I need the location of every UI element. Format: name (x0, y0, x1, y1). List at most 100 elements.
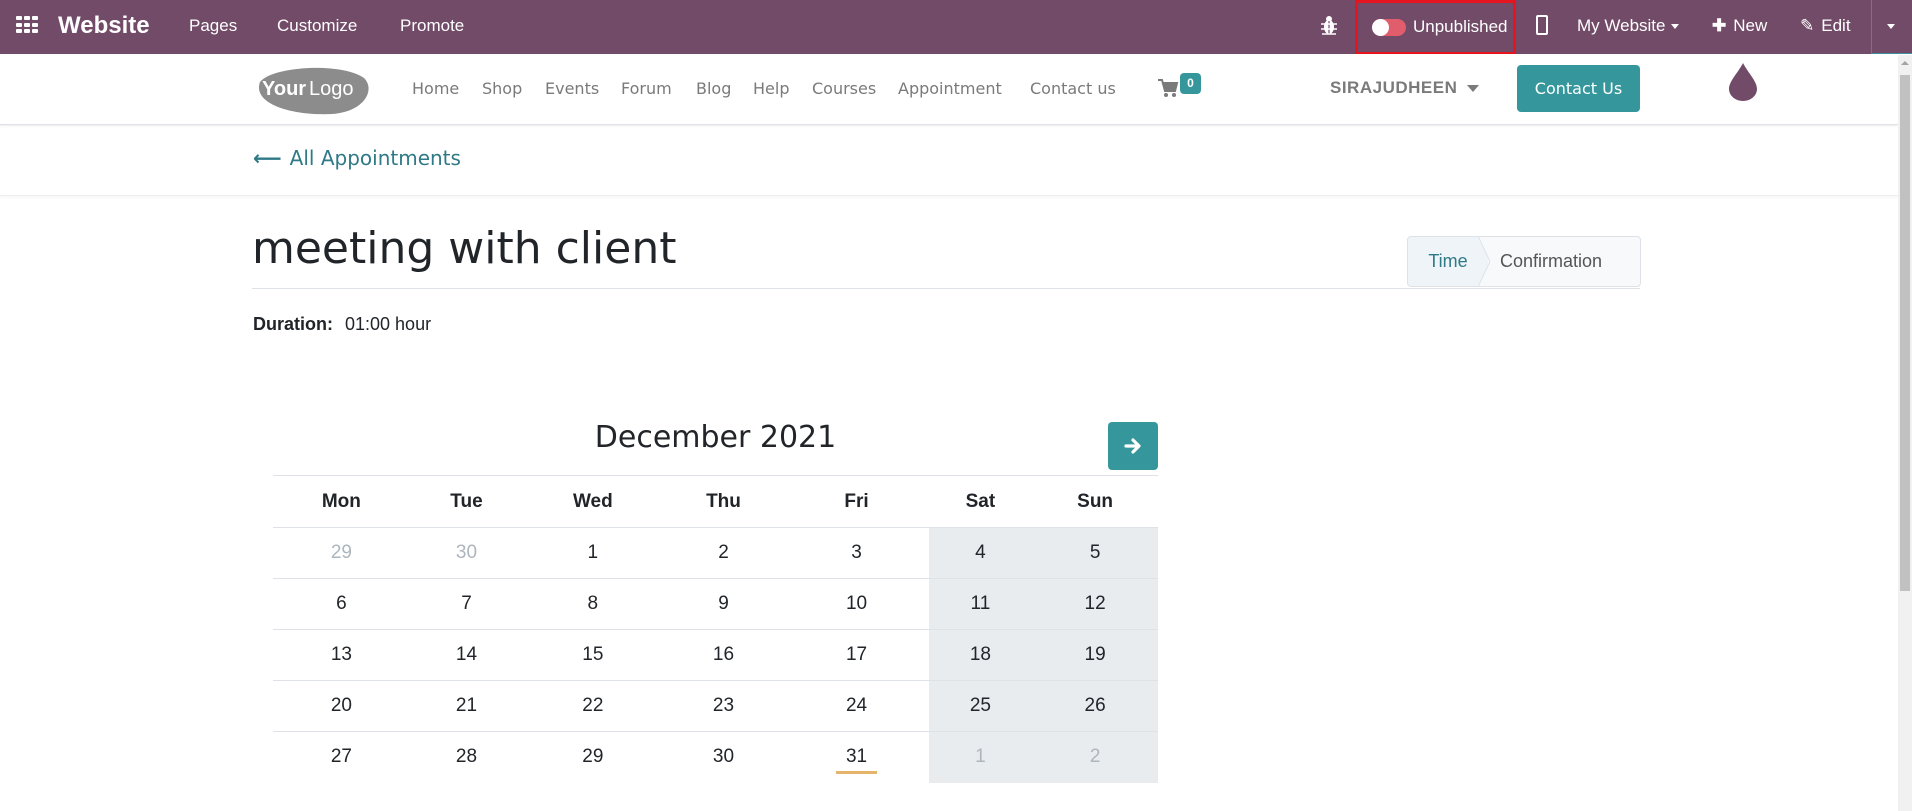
calendar-day[interactable]: 21 (409, 680, 524, 732)
calendar-day[interactable]: 29 (523, 732, 662, 783)
new-button[interactable]: ✚ New (1712, 16, 1767, 36)
day-number: 1 (975, 746, 986, 768)
nav-blog[interactable]: Blog (696, 79, 731, 98)
calendar-grid: Mon Tue Wed Thu Fri Sat Sun 29 30 1 2 3 4 5 6 7 8 9 10 11 1… (273, 475, 1158, 783)
scroll-up-arrow-icon[interactable] (1901, 61, 1909, 65)
user-menu[interactable]: SIRAJUDHEEN (1330, 78, 1480, 98)
user-name: SIRAJUDHEEN (1330, 78, 1458, 97)
mobile-preview-icon[interactable] (1536, 15, 1548, 35)
contact-us-button[interactable]: Contact Us (1517, 65, 1640, 112)
day-number: 28 (455, 746, 478, 768)
calendar-day[interactable]: 1 (523, 527, 663, 579)
calendar-day[interactable]: 27 (273, 732, 410, 783)
menu-pages[interactable]: Pages (189, 16, 237, 36)
calendar-day[interactable]: 6 (273, 578, 410, 630)
calendar-day[interactable]: 9 (662, 578, 785, 630)
calendar-day[interactable]: 22 (523, 680, 663, 732)
calendar-month-title: December 2021 (594, 420, 837, 455)
calendar-day[interactable]: 4 (928, 527, 1033, 579)
day-number: 10 (845, 593, 868, 614)
day-number: 12 (1084, 593, 1106, 614)
day-number: 23 (712, 695, 735, 716)
calendar-week-row: 27 28 29 30 31 1 2 (273, 731, 1158, 783)
nav-forum[interactable]: Forum (621, 79, 672, 98)
calendar-day[interactable]: 16 (662, 629, 785, 681)
calendar-day[interactable]: 10 (784, 578, 929, 630)
nav-courses[interactable]: Courses (812, 79, 876, 98)
step-confirmation: Confirmation (1500, 251, 1603, 271)
calendar-day[interactable]: 23 (662, 680, 785, 732)
site-logo[interactable]: Your Logo (252, 64, 372, 116)
svg-text:Your: Your (262, 78, 306, 100)
back-to-all-appointments-link[interactable]: ⟵ All Appointments (253, 146, 461, 170)
scrollbar-thumb[interactable] (1900, 75, 1910, 591)
calendar-day[interactable]: 14 (409, 629, 524, 681)
nav-shop[interactable]: Shop (482, 79, 522, 98)
website-selector[interactable]: My Website (1577, 16, 1679, 36)
day-number: 26 (1084, 695, 1106, 716)
menu-promote[interactable]: Promote (400, 16, 464, 36)
calendar-day[interactable]: 20 (273, 680, 410, 732)
day-number: 22 (582, 695, 604, 716)
calendar-day[interactable]: 12 (1032, 578, 1158, 630)
calendar-day: 1 (928, 731, 1033, 783)
nav-home[interactable]: Home (412, 79, 459, 98)
more-dropdown-button[interactable] (1871, 0, 1912, 54)
weekday-header: Tue (409, 475, 524, 528)
day-number: 21 (455, 695, 478, 716)
calendar-day[interactable]: 3 (784, 527, 929, 579)
menu-customize[interactable]: Customize (277, 16, 357, 36)
day-number: 18 (969, 644, 991, 665)
nav-appointment[interactable]: Appointment (898, 79, 1002, 98)
publish-toggle[interactable] (1372, 19, 1406, 36)
calendar-day[interactable]: 25 (928, 680, 1033, 732)
calendar-day[interactable]: 19 (1032, 629, 1158, 681)
day-number: 2 (718, 542, 729, 563)
day-number: 29 (330, 542, 352, 563)
calendar-day[interactable]: 18 (928, 629, 1033, 681)
nav-events[interactable]: Events (545, 79, 599, 98)
theme-drop-icon (1729, 63, 1757, 101)
booking-steps: Time Confirmation (1407, 236, 1641, 287)
calendar-day-today[interactable]: 31 (784, 732, 928, 783)
calendar-day[interactable]: 13 (273, 629, 410, 681)
calendar-day[interactable]: 11 (928, 578, 1033, 630)
calendar-day[interactable]: 2 (662, 527, 785, 579)
day-number: 4 (975, 542, 986, 563)
calendar-week-row: 29 30 1 2 3 4 5 (273, 527, 1158, 579)
duration-value: 01:00 hour (345, 314, 432, 334)
debug-bug-icon[interactable] (1320, 14, 1338, 36)
svg-text:Logo: Logo (309, 78, 354, 100)
nav-help[interactable]: Help (753, 79, 789, 98)
publish-status-label: Unpublished (1413, 17, 1508, 36)
day-number: 19 (1084, 644, 1106, 665)
calendar-week-row: 13 14 15 16 17 18 19 (273, 629, 1158, 681)
back-label: All Appointments (289, 146, 461, 170)
calendar-day[interactable]: 17 (784, 629, 929, 681)
publish-toggle-highlight[interactable]: Unpublished (1355, 0, 1516, 55)
calendar-day[interactable]: 7 (409, 578, 524, 630)
calendar-day[interactable]: 15 (523, 629, 663, 681)
calendar-day[interactable]: 30 (662, 732, 784, 783)
calendar-day: 30 (409, 527, 524, 579)
weekday-header: Sat (928, 475, 1033, 528)
breadcrumb-bar: ⟵ All Appointments (0, 126, 1898, 196)
page-scrollbar[interactable] (1898, 55, 1912, 811)
edit-button[interactable]: ✎ Edit (1800, 16, 1851, 36)
apps-grid-icon[interactable] (16, 16, 38, 34)
calendar-day[interactable]: 8 (523, 578, 663, 630)
cart-icon[interactable] (1157, 78, 1179, 98)
chevron-down-icon (1467, 85, 1480, 93)
day-number: 30 (712, 746, 735, 768)
calendar-day[interactable]: 24 (784, 680, 929, 732)
calendar-day[interactable]: 26 (1032, 680, 1158, 732)
calendar-day[interactable]: 28 (410, 732, 523, 783)
step-time: Time (1408, 237, 1488, 286)
day-number: 7 (461, 593, 472, 614)
nav-contact-us[interactable]: Contact us (1030, 79, 1116, 98)
day-number: 9 (718, 593, 729, 614)
calendar-day[interactable]: 5 (1032, 527, 1158, 579)
new-label: New (1733, 16, 1768, 35)
next-month-button[interactable] (1108, 422, 1158, 470)
day-number: 25 (969, 695, 991, 716)
